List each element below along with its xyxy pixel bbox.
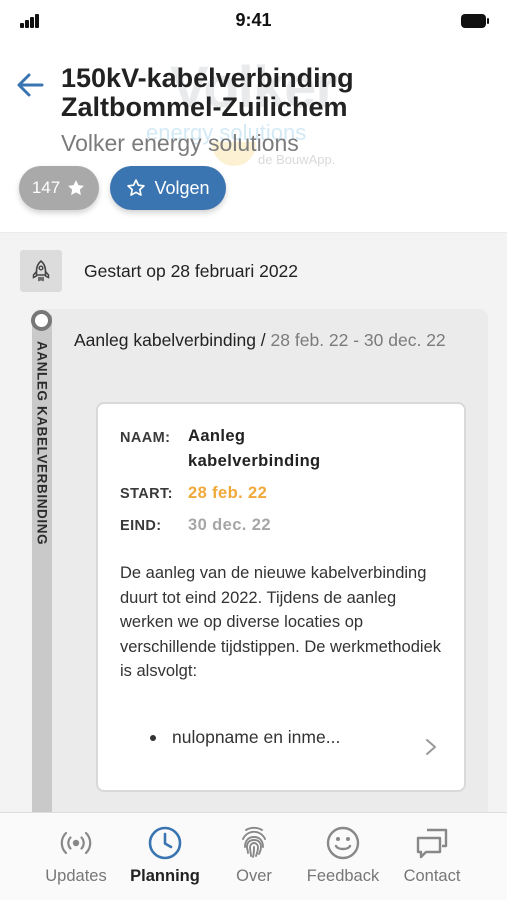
list-item-text: nulopname en inme... bbox=[172, 727, 341, 747]
nav-label-updates: Updates bbox=[45, 867, 107, 885]
bullet-dot bbox=[150, 734, 156, 741]
started-date: Gestart op 28 februari 2022 bbox=[84, 260, 299, 281]
name-value: Aanleg kabelverbinding bbox=[188, 427, 321, 470]
nav-label-over: Over bbox=[236, 867, 272, 885]
follow-button[interactable]: Volgen bbox=[110, 166, 226, 210]
nav-item-planning[interactable]: Planning bbox=[120, 825, 210, 895]
page-title: 150kV-kabelverbinding Zaltbommel-Zuilich… bbox=[61, 64, 491, 122]
chevron-right-icon[interactable] bbox=[421, 736, 441, 758]
broadcast-icon bbox=[60, 831, 92, 855]
status-time: 9:41 bbox=[235, 10, 272, 30]
follow-label: Volgen bbox=[154, 177, 210, 198]
nav-item-feedback[interactable]: Feedback bbox=[298, 825, 388, 895]
phase-detail-card[interactable]: NAAM: Aanleg kabelverbinding START: 28 f… bbox=[96, 402, 466, 792]
organization-name: Volker energy solutions bbox=[61, 130, 299, 156]
started-row: Gestart op 28 februari 2022 bbox=[20, 250, 298, 292]
bottom-navigation: Updates Planning Over Feedback Contact bbox=[0, 812, 507, 900]
star-filled-icon bbox=[68, 180, 85, 196]
nav-label-planning: Planning bbox=[130, 867, 200, 885]
end-label: EIND: bbox=[120, 518, 162, 534]
phase-heading: Aanleg kabelverbinding / 28 feb. 22 - 30… bbox=[74, 325, 474, 355]
phase-description: De aanleg van de nieuwe kabelverbinding … bbox=[120, 564, 441, 680]
nav-label-feedback: Feedback bbox=[306, 867, 380, 885]
phase-title: Aanleg kabelverbinding / bbox=[74, 330, 266, 350]
battery-icon bbox=[461, 14, 489, 28]
rocket-icon bbox=[20, 250, 62, 292]
page-title-line-2: Zaltbommel-Zuilichem bbox=[61, 92, 348, 122]
clock-icon bbox=[148, 826, 182, 860]
name-label: NAAM: bbox=[120, 430, 171, 446]
smiley-icon bbox=[326, 826, 360, 860]
start-value: 28 feb. 22 bbox=[188, 484, 268, 502]
planning-timeline[interactable]: Gestart op 28 februari 2022 AANLEG KABEL… bbox=[0, 232, 507, 812]
project-header: Volker energy solutions de BouwApp. 150k… bbox=[0, 44, 507, 232]
phase-vertical-label: AANLEG KABELVERBINDING bbox=[34, 341, 50, 546]
back-button[interactable] bbox=[14, 68, 48, 102]
chat-icon bbox=[416, 828, 448, 859]
nav-item-contact[interactable]: Contact bbox=[387, 825, 477, 895]
start-label: START: bbox=[120, 486, 173, 502]
page-title-line-1: 150kV-kabelverbinding bbox=[61, 63, 354, 93]
nav-label-contact: Contact bbox=[403, 867, 461, 885]
followers-badge: 147 bbox=[19, 166, 99, 210]
phase-dates: 28 feb. 22 - 30 dec. 22 bbox=[265, 330, 446, 350]
followers-count: 147 bbox=[31, 178, 61, 197]
star-outline-icon bbox=[127, 179, 146, 196]
list-item: nulopname en inme... bbox=[150, 727, 340, 748]
fingerprint-icon bbox=[242, 826, 266, 858]
status-bar: 9:41 bbox=[0, 0, 507, 44]
arrow-left-icon bbox=[17, 73, 44, 97]
timeline-node bbox=[31, 310, 52, 331]
nav-item-updates[interactable]: Updates bbox=[31, 825, 121, 895]
nav-item-over[interactable]: Over bbox=[209, 825, 299, 895]
end-value: 30 dec. 22 bbox=[188, 516, 271, 534]
